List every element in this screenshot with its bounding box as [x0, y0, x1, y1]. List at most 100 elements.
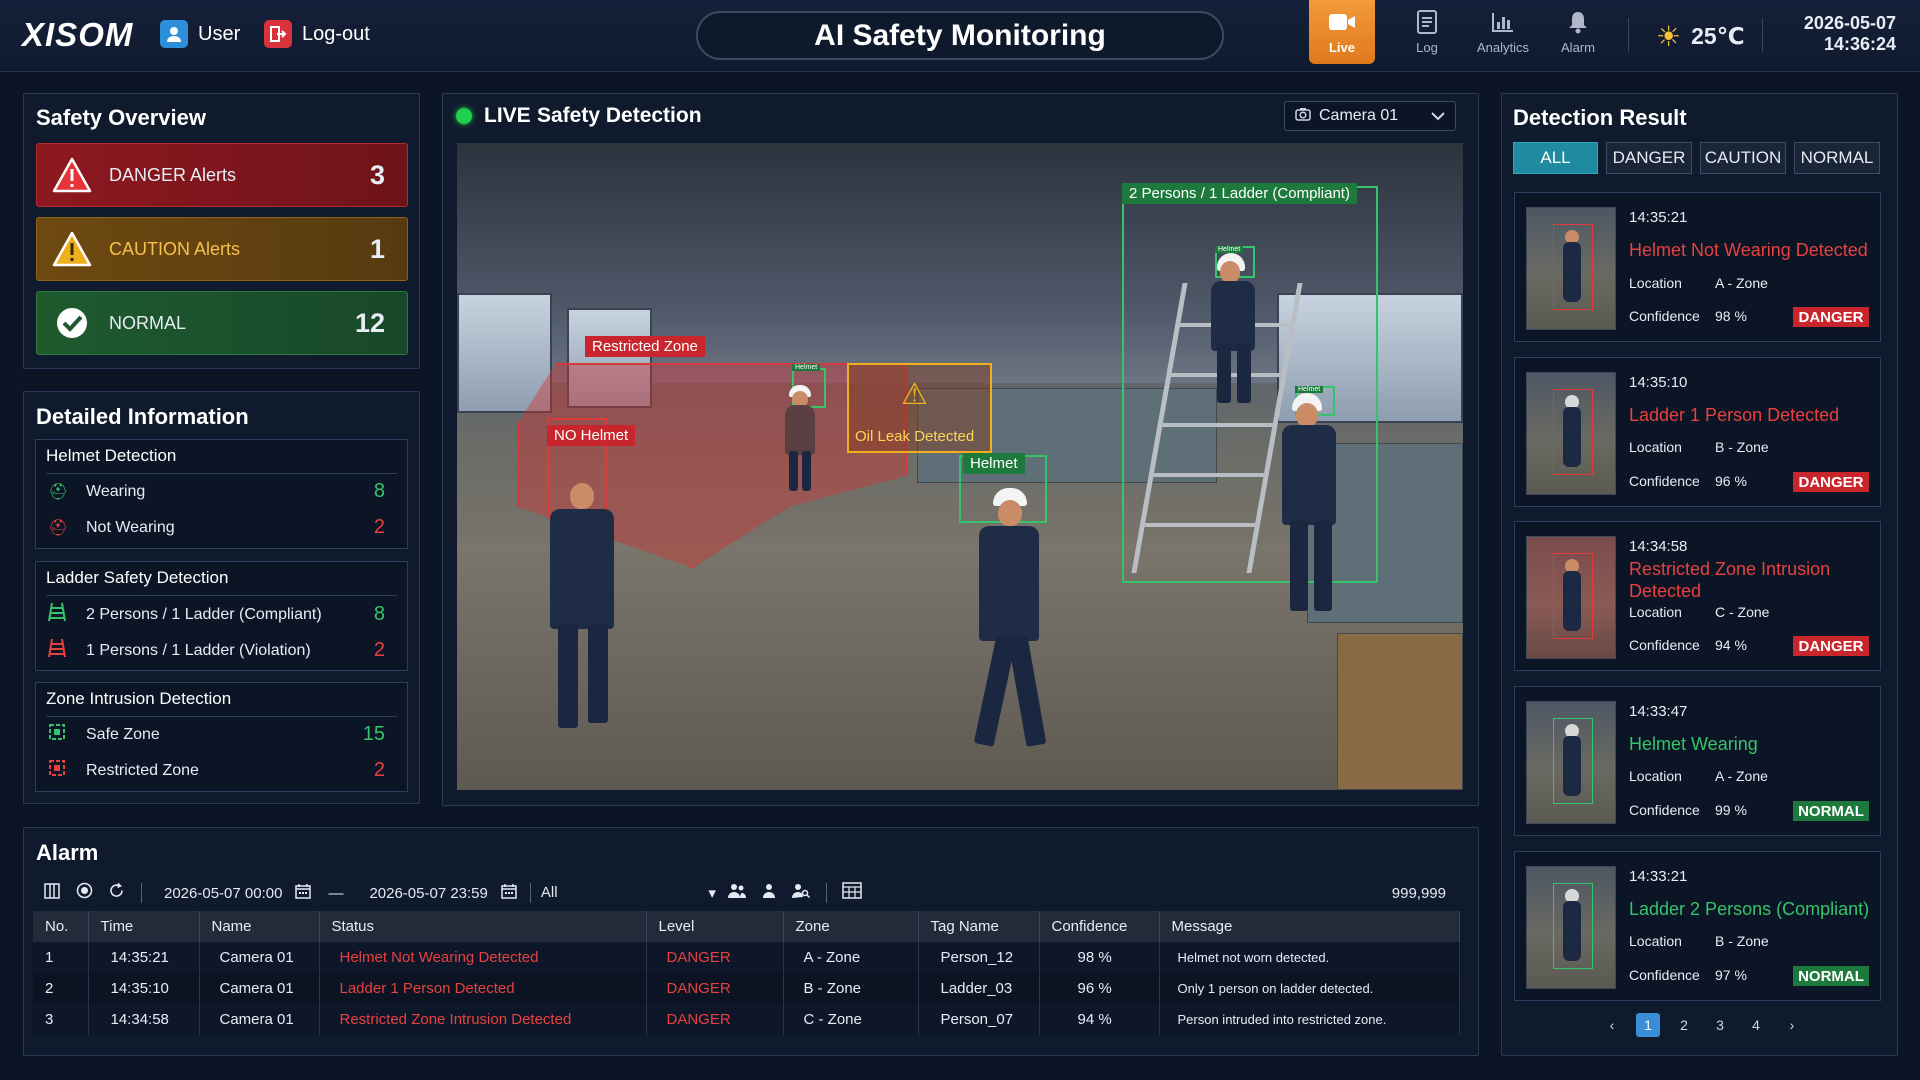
column-header[interactable]: Time [88, 911, 200, 942]
table-row[interactable]: 3 14:34:58 Camera 01 Restricted Zone Int… [33, 1004, 1460, 1035]
detection-thumbnail [1526, 372, 1616, 495]
live-video-feed[interactable]: Restricted Zone NO Helmet ⚠ Oil Leak Det… [457, 143, 1463, 790]
normal-card[interactable]: NORMAL 12 [36, 291, 408, 355]
helmet-green-icon: ⛑ [48, 483, 69, 501]
location-label: Location [1629, 933, 1682, 949]
location-value: C - Zone [1715, 604, 1770, 620]
normal-count: 12 [354, 307, 385, 338]
filter-normal-button[interactable]: NORMAL [1794, 142, 1880, 174]
filter-all-button[interactable]: ALL [1513, 142, 1598, 174]
column-header[interactable]: Zone [783, 911, 919, 942]
cell-message: Person intruded into restricted zone. [1159, 1004, 1460, 1035]
record-icon[interactable] [73, 882, 95, 904]
cell-time: 14:35:10 [88, 973, 200, 1004]
ladder-compliant-row: 2 Persons / 1 Ladder (Compliant) 8 [48, 602, 385, 627]
danger-alerts-card[interactable]: DANGER Alerts 3 [36, 143, 408, 207]
calendar-icon[interactable] [498, 883, 520, 904]
confidence-label: Confidence [1629, 967, 1700, 983]
logout-button[interactable]: Log-out [264, 20, 370, 48]
page-3[interactable]: 3 [1708, 1013, 1732, 1037]
cell-status: Ladder 1 Person Detected [319, 973, 647, 1004]
cell-zone: A - Zone [783, 942, 919, 973]
user-button[interactable]: User [160, 20, 240, 48]
column-header[interactable]: Confidence [1039, 911, 1160, 942]
cell-confidence: 98 % [1039, 942, 1160, 973]
nav-live[interactable]: Live [1309, 0, 1375, 64]
ladder-red-icon [48, 638, 76, 663]
filter-caution-button[interactable]: CAUTION [1700, 142, 1786, 174]
column-header[interactable]: Name [199, 911, 320, 942]
detection-card[interactable]: 14:34:58 Restricted Zone Intrusion Detec… [1514, 521, 1881, 671]
export-table-icon[interactable] [841, 882, 863, 904]
detection-title: Helmet Not Wearing Detected [1629, 240, 1868, 260]
detection-location: Location A - Zone [1629, 275, 1768, 291]
cell-no: 2 [33, 973, 89, 1004]
columns-icon[interactable] [41, 882, 63, 904]
caution-alerts-card[interactable]: CAUTION Alerts 1 [36, 217, 408, 281]
pagination: ‹ 1 2 3 4 › [1600, 1013, 1804, 1037]
page-4[interactable]: 4 [1744, 1013, 1768, 1037]
page-2[interactable]: 2 [1672, 1013, 1696, 1037]
safety-overview-panel: Safety Overview DANGER Alerts 3 CAUTION … [23, 93, 420, 369]
nav-log[interactable]: Log [1394, 0, 1460, 64]
cell-level: DANGER [646, 973, 784, 1004]
detection-confidence: Confidence 96 % [1629, 473, 1747, 489]
restricted-zone-value: 2 [373, 759, 385, 781]
ladder-safety-title: Ladder Safety Detection [46, 568, 229, 587]
refresh-icon[interactable] [105, 882, 127, 904]
column-header[interactable]: Tag Name [918, 911, 1040, 942]
cell-level: DANGER [646, 1004, 784, 1035]
detection-time: 14:35:21 [1629, 209, 1688, 226]
helmet-red-icon: ⛑ [48, 519, 69, 537]
column-header[interactable]: No. [33, 911, 89, 942]
safe-zone-row: Safe Zone 15 [48, 723, 385, 746]
column-header[interactable]: Message [1159, 911, 1460, 942]
end-date-input[interactable]: 2026-05-07 23:59 [369, 885, 487, 902]
danger-alerts-count: 3 [369, 159, 385, 190]
person-icon[interactable] [758, 883, 780, 904]
people-icon[interactable] [726, 883, 748, 904]
detection-location: Location B - Zone [1629, 933, 1769, 949]
prev-page-icon[interactable]: ‹ [1600, 1013, 1624, 1037]
level-filter-select[interactable]: All ▾ [541, 884, 716, 902]
level-filter-value: All [540, 884, 558, 901]
filter-danger-button[interactable]: DANGER [1606, 142, 1692, 174]
detection-time: 14:33:47 [1629, 703, 1688, 720]
column-header[interactable]: Level [646, 911, 784, 942]
live-title: Safety Detection [537, 104, 702, 127]
detection-thumbnail [1526, 866, 1616, 989]
detection-location: Location A - Zone [1629, 768, 1768, 784]
detection-title: Restricted Zone Intrusion Detected [1629, 559, 1831, 601]
next-page-icon[interactable]: › [1780, 1013, 1804, 1037]
nav-alarm-label: Alarm [1561, 40, 1595, 55]
person-search-icon[interactable] [790, 883, 812, 904]
nav-alarm[interactable]: Alarm [1545, 0, 1611, 64]
table-row[interactable]: 1 14:35:21 Camera 01 Helmet Not Wearing … [33, 942, 1460, 973]
detection-card[interactable]: 14:33:47 Helmet Wearing Location A - Zone… [1514, 686, 1881, 836]
cell-tag: Person_12 [918, 942, 1040, 973]
detection-filters: ALL DANGER CAUTION NORMAL [1513, 142, 1880, 174]
detection-card[interactable]: 14:33:21 Ladder 2 Persons (Compliant) Lo… [1514, 851, 1881, 1001]
nav-analytics[interactable]: Analytics [1470, 0, 1536, 64]
page-1[interactable]: 1 [1636, 1013, 1660, 1037]
start-date-input[interactable]: 2026-05-07 00:00 [164, 885, 282, 902]
detection-card[interactable]: 14:35:10 Ladder 1 Person Detected Locati… [1514, 357, 1881, 507]
detection-card[interactable]: 14:35:21 Helmet Not Wearing Detected Loc… [1514, 192, 1881, 342]
helmet-not-wearing-row: ⛑ Not Wearing 2 [48, 516, 385, 539]
cell-message: Only 1 person on ladder detected. [1159, 973, 1460, 1004]
confidence-value: 96 % [1715, 473, 1747, 489]
confidence-label: Confidence [1629, 308, 1700, 324]
detection-thumbnail [1526, 207, 1616, 330]
camera-select[interactable]: Camera 01 [1284, 101, 1456, 131]
ladder-safety-box: Ladder Safety Detection 2 Persons / 1 La… [35, 561, 408, 671]
divider [825, 883, 827, 903]
live-badge: LIVE [484, 104, 531, 127]
status-badge: NORMAL [1793, 966, 1869, 986]
table-row[interactable]: 2 14:35:10 Camera 01 Ladder 1 Person Det… [33, 973, 1460, 1004]
status-badge: DANGER [1793, 307, 1869, 327]
check-circle-icon [51, 302, 93, 344]
column-header[interactable]: Status [319, 911, 647, 942]
ladder-violation-label: 1 Persons / 1 Ladder (Violation) [86, 641, 311, 659]
calendar-icon[interactable] [292, 883, 314, 904]
caution-warning-icon [51, 228, 93, 270]
